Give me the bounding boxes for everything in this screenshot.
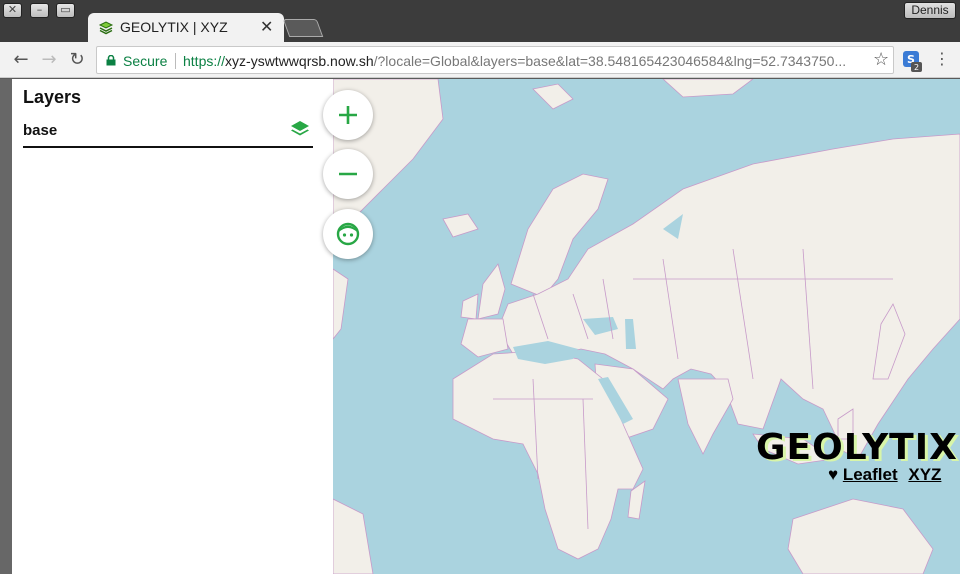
minus-icon [339,172,357,176]
url-path: /?locale=Global&layers=base&lat=38.54816… [373,53,847,69]
xyz-link[interactable]: XYZ [908,465,941,484]
maximize-window-button[interactable]: ▭ [56,3,75,18]
address-separator [175,53,176,69]
extension-icon[interactable]: S 2 [902,50,922,72]
back-arrow-icon[interactable]: ← [10,49,32,71]
forward-arrow-icon[interactable]: → [38,49,60,71]
minimize-window-button[interactable]: – [30,3,49,18]
map-view[interactable]: GEOLYTIX ♥ Leaflet XYZ [333,79,960,574]
layers-panel: Layers base [12,79,333,574]
address-bar[interactable]: Secure https://xyz-yswtwwqrsb.now.sh/?lo… [96,46,894,74]
browser-toolbar: ← → ↻ Secure https://xyz-yswtwwqrsb.now.… [0,42,960,78]
layers-icon[interactable] [289,119,311,141]
zoom-out-button[interactable] [323,149,373,199]
url-scheme: https:// [183,53,226,69]
zoom-in-button[interactable] [323,90,373,140]
layer-name: base [23,122,58,139]
url-text[interactable]: https://xyz-yswtwwqrsb.now.sh/?locale=Gl… [183,53,863,69]
map-attribution: ♥ Leaflet XYZ [828,465,941,485]
browser-tab[interactable]: GEOLYTIX | XYZ ✕ [88,13,284,42]
heart-icon: ♥ [828,465,839,484]
page-content: Layers base GEOLYTIX ♥ Leaflet XYZ [0,79,960,574]
leaflet-link[interactable]: Leaflet [843,465,898,484]
bookmark-star-icon[interactable]: ☆ [873,49,889,70]
close-window-button[interactable]: ✕ [3,3,22,18]
browser-menu-icon[interactable]: ⋮ [934,49,950,69]
reload-icon[interactable]: ↻ [66,49,88,71]
geolytix-logo: GEOLYTIX [756,427,958,468]
sidebar-edge [0,79,12,574]
secure-label: Secure [123,53,168,69]
close-tab-icon[interactable]: ✕ [260,17,273,36]
profile-button[interactable]: Dennis [904,2,956,19]
geolytix-favicon-icon [98,21,114,35]
face-icon [336,222,360,246]
new-tab-button[interactable] [282,19,324,37]
world-map[interactable] [333,79,960,574]
url-host: xyz-yswtwwqrsb.now.sh [225,53,374,69]
layers-panel-title: Layers [23,87,82,107]
tab-title: GEOLYTIX | XYZ [120,19,228,35]
locate-button[interactable] [323,209,373,259]
plus-icon [339,106,357,124]
layer-item-base[interactable]: base [23,119,313,148]
window-titlebar: ✕ – ▭ GEOLYTIX | XYZ ✕ Dennis [0,0,960,42]
lock-icon [106,55,116,66]
extension-badge: 2 [914,63,919,72]
